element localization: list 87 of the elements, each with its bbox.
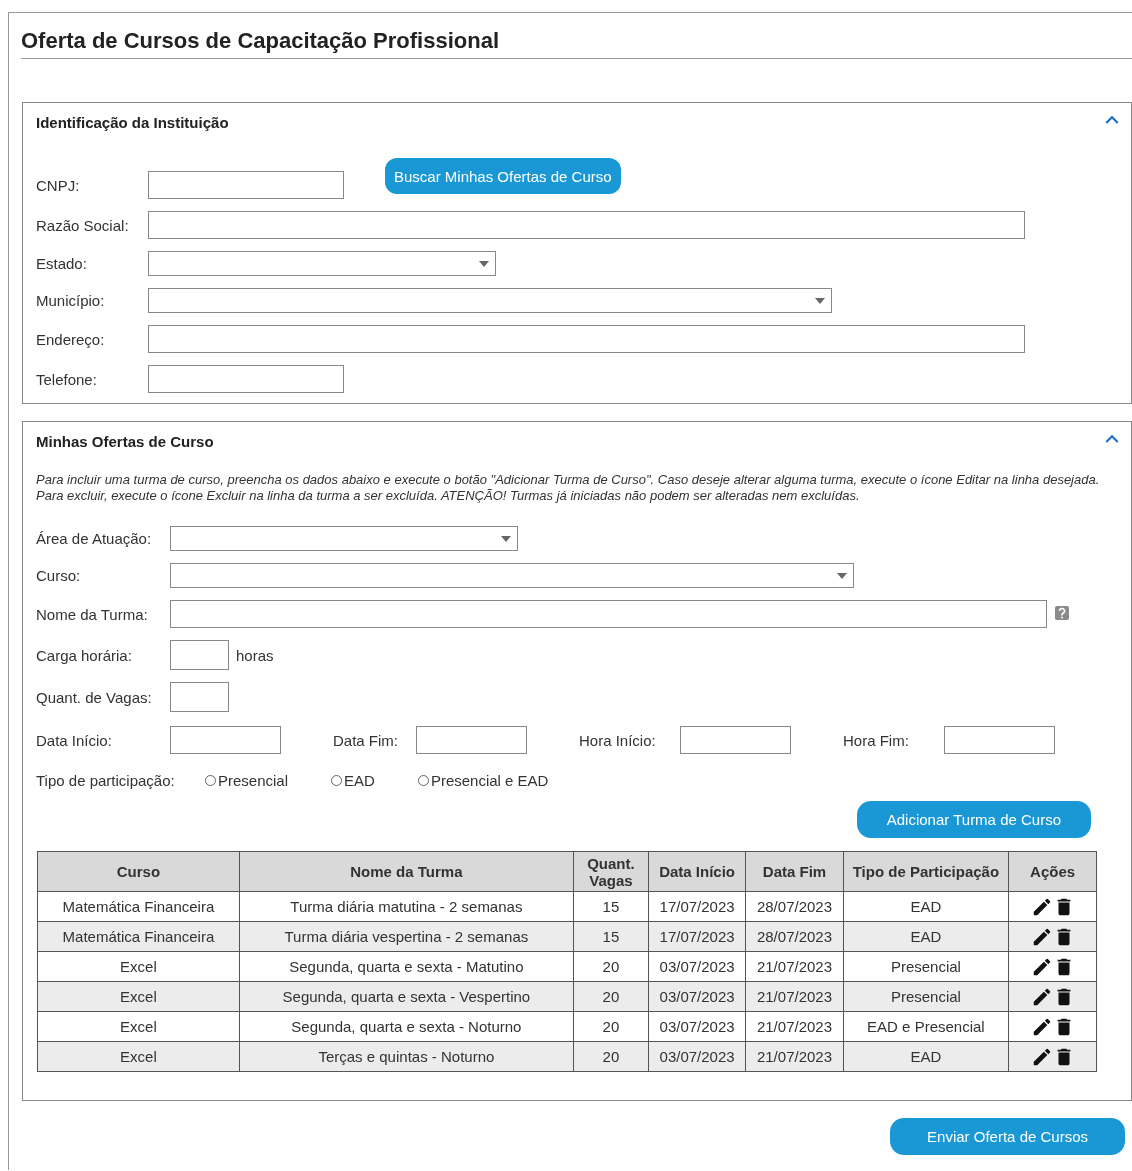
caret-icon [815, 298, 825, 304]
table-cell: 03/07/2023 [648, 1011, 746, 1042]
table-cell: 21/07/2023 [745, 1011, 844, 1042]
select-field[interactable] [148, 288, 832, 313]
table-cell: 20 [573, 951, 649, 982]
table-cell: 28/07/2023 [745, 891, 844, 922]
table-cell: 03/07/2023 [648, 981, 746, 1012]
table-cell: Segunda, quarta e sexta - Vespertino [239, 981, 574, 1012]
section-title: Minhas Ofertas de Curso [36, 433, 215, 450]
field-label: Estado: [36, 255, 88, 272]
table-cell: Segunda, quarta e sexta - Matutino [239, 951, 574, 982]
table-cell: Excel [37, 1011, 240, 1042]
radio-option[interactable]: EAD [331, 772, 375, 789]
input-field[interactable] [170, 682, 229, 712]
field-label: Curso: [36, 567, 82, 584]
input-field[interactable] [944, 726, 1055, 754]
field-label: Endereço: [36, 330, 106, 348]
table-cell: Excel [37, 1041, 240, 1072]
column-header: Tipo de Participação [843, 851, 1009, 892]
field-label: Área de Atuação: [36, 530, 153, 547]
column-header: Quant. Vagas [573, 851, 649, 892]
table-cell: 15 [573, 921, 649, 952]
column-header: Nome da Turma [239, 851, 574, 892]
unit-label: horas [236, 646, 274, 664]
input-field[interactable] [680, 726, 791, 754]
table-cell: 21/07/2023 [745, 981, 844, 1012]
input-field[interactable] [170, 600, 1047, 628]
table-cell: 15 [573, 891, 649, 922]
select-field[interactable] [170, 563, 854, 588]
table-cell: 03/07/2023 [648, 1041, 746, 1072]
table-cell: 28/07/2023 [745, 921, 844, 952]
field-label: Município: [36, 292, 106, 309]
select-field[interactable] [148, 251, 496, 276]
field-label: Hora Início: [579, 731, 657, 749]
table-cell: 20 [573, 1011, 649, 1042]
table-cell: EAD [843, 921, 1009, 952]
caret-icon [479, 261, 489, 267]
table-cell: Excel [37, 981, 240, 1012]
field-label: Razão Social: [36, 216, 130, 234]
field-label: Carga horária: [36, 646, 133, 664]
page-title: Oferta de Cursos de Capacitação Profissional [21, 13, 1132, 59]
table-cell: 17/07/2023 [648, 891, 746, 922]
table-cell: 20 [573, 981, 649, 1012]
table-cell: Matemática Financeira [37, 921, 240, 952]
table-cell: Matemática Financeira [37, 891, 240, 922]
input-field[interactable] [416, 726, 527, 754]
table-cell: 03/07/2023 [648, 951, 746, 982]
table-cell: EAD e Presencial [843, 1011, 1009, 1042]
caret-icon [501, 536, 511, 542]
field-label: Tipo de participação: [36, 772, 176, 789]
table-cell: 21/07/2023 [745, 1041, 844, 1072]
column-header: Ações [1008, 851, 1097, 892]
field-label: Nome da Turma: [36, 605, 149, 623]
input-field[interactable] [170, 640, 229, 670]
table-cell: Presencial [843, 981, 1009, 1012]
table-cell: Excel [37, 951, 240, 982]
table-cell: 21/07/2023 [745, 951, 844, 982]
column-header: Curso [37, 851, 240, 892]
table-cell: Terças e quintas - Noturno [239, 1041, 574, 1072]
column-header: Data Início [648, 851, 746, 892]
instructions-text: Para incluir uma turma de curso, preencha os dados abaixo e execute o botão "Adicionar Turma de Curso". Caso deseje alterar alguma turma, execute o ícone Editar na linha desejada. Para excluir, execute o ícone Excluir na linha da turma a ser excluída. ATENÇÃO! Turmas já iniciadas não podem ser alteradas nem excluídas. [36, 472, 1101, 504]
table-cell: Segunda, quarta e sexta - Noturno [239, 1011, 574, 1042]
field-label: Telefone: [36, 370, 98, 388]
column-header: Data Fim [745, 851, 844, 892]
input-field[interactable] [170, 726, 281, 754]
caret-icon [837, 573, 847, 579]
help-icon[interactable] [1055, 606, 1069, 622]
table-cell: EAD [843, 1041, 1009, 1072]
select-field[interactable] [170, 526, 518, 551]
section-title: Identificação da Instituição [36, 114, 230, 131]
field-label: Hora Fim: [843, 731, 910, 749]
table-cell: Turma diária matutina - 2 semanas [239, 891, 574, 922]
input-field[interactable] [148, 365, 344, 393]
field-label: CNPJ: [36, 176, 81, 194]
table-cell: Turma diária vespertina - 2 semanas [239, 921, 574, 952]
input-field[interactable] [148, 211, 1025, 239]
field-label: Data Fim: [333, 731, 399, 749]
table-cell: EAD [843, 891, 1009, 922]
radio-option[interactable]: Presencial e EAD [417, 772, 549, 789]
field-label: Data Início: [36, 731, 113, 749]
radio-option[interactable]: Presencial [205, 772, 289, 789]
field-label: Quant. de Vagas: [36, 688, 153, 706]
table-cell: 20 [573, 1041, 649, 1072]
input-field[interactable] [148, 171, 344, 199]
input-field[interactable] [148, 325, 1025, 353]
table-cell: Presencial [843, 951, 1009, 982]
table-cell: 17/07/2023 [648, 921, 746, 952]
